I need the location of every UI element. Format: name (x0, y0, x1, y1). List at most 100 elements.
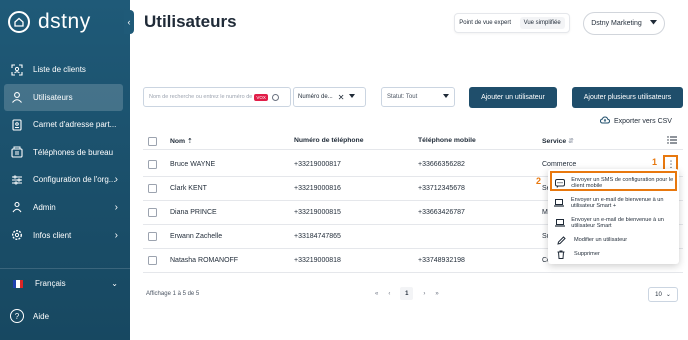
column-header-mobile[interactable]: Téléphone mobile (418, 137, 476, 144)
column-header-phone[interactable]: Numéro de téléphone (294, 137, 364, 144)
menu-item-label: Supprimer (574, 251, 600, 257)
help-link[interactable]: ? Aide (10, 309, 49, 323)
first-page-icon[interactable]: « (375, 291, 378, 297)
menu-item-label: Envoyer un e-mail de bienvenue à un util… (571, 217, 664, 229)
highlight-box-sms (550, 171, 677, 191)
sidebar-nav: Liste de clients Utilisateurs Carnet d'a… (0, 56, 130, 249)
addressbook-icon (10, 118, 24, 132)
menu-item-delete[interactable]: Supprimer (548, 247, 679, 261)
sidebar-item-users[interactable]: Utilisateurs (4, 83, 123, 111)
cell-mobile: +33663426787 (418, 209, 465, 216)
gear-icon (10, 228, 24, 242)
row-checkbox[interactable] (148, 232, 157, 241)
sidebar-item-label: Téléphones de bureau (33, 147, 114, 157)
per-page-value: 10 (655, 291, 662, 298)
scan-icon (10, 63, 24, 77)
help-label: Aide (33, 311, 50, 321)
sidebar-item-label: Configuration de l'org... (33, 175, 116, 185)
chevron-down-icon (649, 20, 657, 27)
next-page-icon[interactable]: › (423, 291, 425, 297)
sort-asc-icon: ⇡ (187, 138, 193, 145)
menu-item-welcome-smart-plus[interactable]: Envoyer un e-mail de bienvenue à un util… (548, 193, 679, 213)
trash-icon (554, 250, 568, 259)
sidebar-item-admin[interactable]: Admin › (0, 194, 130, 221)
last-page-icon[interactable]: » (435, 291, 438, 297)
clear-icon[interactable]: ✕ (338, 93, 345, 102)
add-multiple-users-button[interactable]: Ajouter plusieurs utilisateurs (572, 87, 683, 108)
menu-item-label: Modifier un utilisateur (574, 237, 628, 243)
sidebar-item-label: Admin (33, 202, 56, 212)
number-filter-label: Numéro de... (298, 94, 333, 100)
status-select[interactable]: Statut: Tout (381, 87, 455, 107)
page-number-current[interactable]: 1 (400, 287, 414, 300)
brand[interactable]: dstny (8, 10, 91, 34)
cell-mobile: +33712345678 (418, 185, 465, 192)
sliders-icon (10, 173, 24, 187)
laptop-icon (554, 199, 565, 207)
row-checkbox[interactable] (148, 160, 157, 169)
sidebar-item-label: Infos client (33, 230, 72, 240)
view-toggle[interactable]: Point de vue expert Vue simplifiée (454, 13, 570, 33)
laptop-icon (554, 219, 565, 227)
cell-phone: +33184747865 (294, 233, 341, 240)
collapse-sidebar-button[interactable]: ‹ (124, 10, 134, 34)
row-checkbox[interactable] (148, 256, 157, 265)
cell-phone: +33219000816 (294, 185, 341, 192)
row-checkbox[interactable] (148, 208, 157, 217)
column-settings-icon[interactable] (667, 135, 677, 147)
caret-down-icon (349, 94, 356, 100)
sidebar-item-clients[interactable]: Liste de clients (0, 56, 130, 83)
menu-item-welcome-smart[interactable]: Envoyer un e-mail de bienvenue à un util… (548, 213, 679, 233)
pagination: « ‹ 1 › » (375, 287, 439, 300)
chevron-right-icon: › (114, 229, 118, 241)
france-flag-icon (13, 279, 23, 288)
search-icon[interactable] (271, 93, 279, 101)
add-user-button[interactable]: Ajouter un utilisateur (469, 87, 557, 108)
cell-mobile: +33748932198 (418, 257, 465, 264)
search-placeholder: Nom de recherche ou entrez le numéro de (149, 94, 253, 100)
sort-icon: ⇵ (568, 138, 574, 145)
export-csv-link[interactable]: Exporter vers CSV (599, 116, 672, 126)
cell-service: M (542, 209, 548, 216)
menu-item-label: Envoyer un e-mail de bienvenue à un util… (570, 197, 664, 209)
callout-number: 2 (536, 176, 542, 186)
sidebar-item-deskphones[interactable]: Téléphones de bureau (0, 139, 130, 166)
per-page-select[interactable]: 10 ⌄ (648, 287, 678, 302)
cell-name: Natasha ROMANOFF (170, 257, 239, 264)
prev-page-icon[interactable]: ‹ (388, 291, 390, 297)
sidebar-item-label: Carnet d'adresse part... (33, 120, 117, 130)
chevron-right-icon: › (114, 174, 118, 186)
status-label: Statut: Tout (387, 94, 418, 100)
language-label: Français (35, 279, 66, 288)
admin-icon (10, 200, 24, 214)
column-header-name[interactable]: Nom ⇡ (170, 137, 193, 145)
table-header: Nom ⇡ Numéro de téléphone Téléphone mobi… (143, 134, 683, 150)
deskphone-icon (10, 145, 24, 159)
sidebar-item-label: Utilisateurs (33, 92, 73, 102)
page-title: Utilisateurs (144, 12, 237, 31)
select-all-checkbox[interactable] (148, 137, 157, 146)
pagination-info: Affichage 1 à 5 de 5 (146, 291, 200, 297)
view-expert-option[interactable]: Point de vue expert (459, 20, 511, 26)
column-header-service[interactable]: Service ⇵ (542, 137, 574, 145)
view-simple-option[interactable]: Vue simplifiée (519, 17, 565, 29)
sidebar-item-org-config[interactable]: Configuration de l'org... › (0, 166, 130, 193)
caret-down-icon (443, 94, 449, 100)
cell-name: Erwann Zachelle (170, 233, 223, 240)
language-selector[interactable]: Français ⌄ (10, 279, 130, 288)
chevron-right-icon: › (114, 201, 118, 213)
sidebar-item-addressbook[interactable]: Carnet d'adresse part... (0, 111, 130, 138)
account-selector[interactable]: Dstny Marketing (583, 12, 665, 35)
row-checkbox[interactable] (148, 184, 157, 193)
cell-phone: +33219000815 (294, 209, 341, 216)
menu-item-edit-user[interactable]: Modifier un utilisateur (548, 233, 679, 247)
callout-number: 1 (652, 157, 658, 167)
divider (0, 268, 130, 269)
search-input[interactable]: Nom de recherche ou entrez le numéro de … (143, 87, 291, 107)
cell-name: Bruce WAYNE (170, 161, 216, 168)
number-filter[interactable]: Numéro de... ✕ (293, 87, 366, 107)
sidebar-item-label: Liste de clients (33, 65, 86, 74)
vox-badge: VOX (254, 93, 268, 101)
chevron-down-icon: ⌄ (111, 279, 118, 288)
sidebar-item-client-info[interactable]: Infos client › (0, 222, 130, 249)
